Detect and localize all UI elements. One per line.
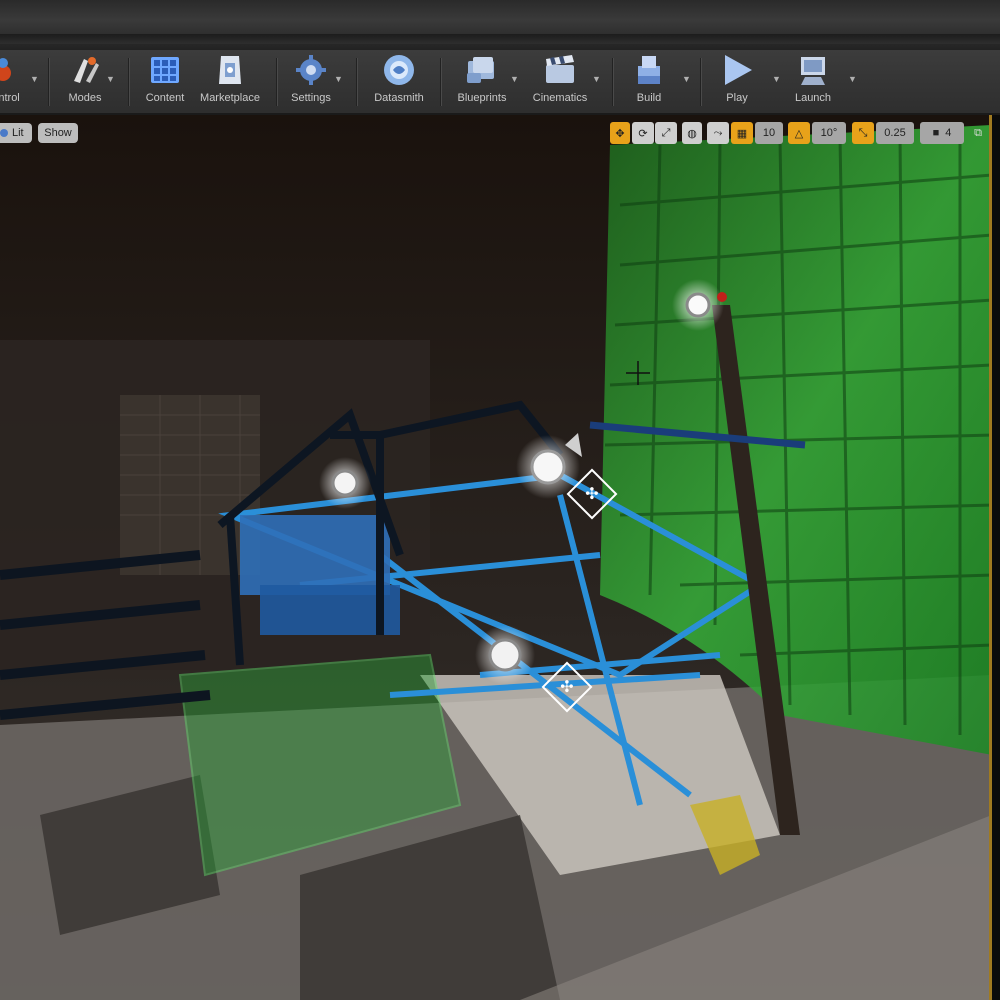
- rotation-snap-icon: △: [794, 127, 804, 140]
- view-mode-label: Lit: [12, 127, 24, 139]
- play-dropdown-arrow[interactable]: ▼: [772, 74, 781, 84]
- settings-button[interactable]: Settings: [286, 52, 336, 110]
- modes-label: Modes: [68, 92, 102, 104]
- view-mode-button[interactable]: Lit: [0, 123, 32, 143]
- scale-snap-value-label: 0.25: [884, 127, 906, 139]
- rotation-snap-value[interactable]: 10°: [812, 122, 846, 144]
- rotate-mode-button[interactable]: ⟳: [632, 122, 654, 144]
- spot-light-1[interactable]: [319, 457, 371, 509]
- globe-icon: ◍: [687, 127, 697, 140]
- cinematics-icon: [542, 52, 578, 88]
- toolbar-separator: [48, 58, 49, 106]
- show-label: Show: [44, 127, 72, 139]
- toolbar-separator: [276, 58, 277, 106]
- surface-snap-button[interactable]: ⤳: [707, 122, 729, 144]
- play-label: Play: [726, 92, 748, 104]
- blueprints-label: Blueprints: [457, 92, 507, 104]
- toolbar-separator: [700, 58, 701, 106]
- grid-snap-toggle[interactable]: ▦: [731, 122, 753, 144]
- marketplace-icon: [212, 52, 248, 88]
- main-toolbar: ontrol ▼ Modes ▼ Content Marketplace Set…: [0, 50, 1000, 115]
- toolbar-separator: [356, 58, 357, 106]
- toolbar-separator: [612, 58, 613, 106]
- datasmith-label: Datasmith: [374, 92, 424, 104]
- scale-mode-button[interactable]: ⤢: [655, 122, 677, 144]
- modes-button[interactable]: Modes: [62, 52, 108, 110]
- rotation-snap-value-label: 10°: [820, 127, 838, 139]
- toolbar-separator: [128, 58, 129, 106]
- spot-light-3[interactable]: [475, 625, 535, 685]
- surface-snap-icon: ⤳: [713, 126, 723, 139]
- view-mode-icon: [0, 129, 8, 137]
- svg-text:✣: ✣: [585, 484, 598, 503]
- camera-icon: ■: [932, 127, 940, 139]
- play-icon: [719, 52, 755, 88]
- launch-dropdown-arrow[interactable]: ▼: [848, 74, 857, 84]
- content-button[interactable]: Content: [140, 52, 190, 110]
- datasmith-button[interactable]: Datasmith: [368, 52, 430, 110]
- camera-speed-label: 4: [945, 127, 952, 139]
- build-dropdown-arrow[interactable]: ▼: [682, 74, 691, 84]
- build-button[interactable]: Build: [626, 52, 672, 110]
- build-icon: [631, 52, 667, 88]
- modes-icon: [67, 52, 103, 88]
- title-bar: [0, 0, 1000, 51]
- settings-dropdown-arrow[interactable]: ▼: [334, 74, 343, 84]
- blueprints-button[interactable]: Blueprints: [452, 52, 512, 110]
- modes-dropdown-arrow[interactable]: ▼: [106, 74, 115, 84]
- scale-snap-value[interactable]: 0.25: [876, 122, 914, 144]
- cinematics-button[interactable]: Cinematics: [528, 52, 592, 110]
- marketplace-button[interactable]: Marketplace: [196, 52, 264, 110]
- blueprints-icon: [464, 52, 500, 88]
- scale-snap-toggle[interactable]: ⤡: [852, 122, 874, 144]
- title-bar-stripe: [0, 34, 1000, 44]
- launch-label: Launch: [794, 92, 832, 104]
- build-label: Build: [636, 92, 662, 104]
- cinematics-dropdown-arrow[interactable]: ▼: [592, 74, 601, 84]
- show-button[interactable]: Show: [38, 123, 78, 143]
- level-viewport[interactable]: ✣ ✣ Lit Show ✥ ⟳ ⤢ ◍ ⤳ ▦ 10 △ 10° ⤡ 0.25…: [0, 115, 992, 1000]
- scale-icon: ⤢: [661, 126, 671, 139]
- source-control-label: ontrol: [0, 92, 20, 104]
- viewport-scene[interactable]: ✣ ✣: [0, 115, 992, 1000]
- source-control-icon: [0, 52, 24, 88]
- content-label: Content: [145, 92, 185, 104]
- world-local-toggle[interactable]: ◍: [682, 122, 702, 144]
- grid-snap-value[interactable]: 10: [755, 122, 783, 144]
- launch-icon: [795, 52, 831, 88]
- maximize-viewport-icon[interactable]: ⧉: [970, 122, 986, 144]
- grid-snap-value-label: 10: [762, 127, 776, 139]
- translate-mode-button[interactable]: ✥: [610, 122, 630, 144]
- content-icon: [147, 52, 183, 88]
- datasmith-icon: [381, 52, 417, 88]
- source-control-button[interactable]: ontrol: [0, 52, 26, 110]
- cinematics-label: Cinematics: [532, 92, 588, 104]
- translate-icon: ✥: [615, 127, 625, 140]
- play-button[interactable]: Play: [714, 52, 760, 110]
- rotate-icon: ⟳: [638, 127, 648, 140]
- svg-text:✣: ✣: [560, 677, 573, 696]
- rig-platform-panel: [240, 515, 390, 595]
- rotation-snap-toggle[interactable]: △: [788, 122, 810, 144]
- launch-button[interactable]: Launch: [788, 52, 838, 110]
- grid-snap-icon: ▦: [736, 127, 748, 140]
- source-control-dropdown-arrow[interactable]: ▼: [30, 74, 39, 84]
- scale-snap-icon: ⤡: [858, 126, 868, 139]
- toolbar-separator: [440, 58, 441, 106]
- camera-speed-button[interactable]: ■ 4: [920, 122, 964, 144]
- blueprints-dropdown-arrow[interactable]: ▼: [510, 74, 519, 84]
- settings-label: Settings: [291, 92, 331, 104]
- marketplace-label: Marketplace: [200, 92, 260, 104]
- settings-icon: [293, 52, 329, 88]
- wall-panel: [120, 395, 260, 575]
